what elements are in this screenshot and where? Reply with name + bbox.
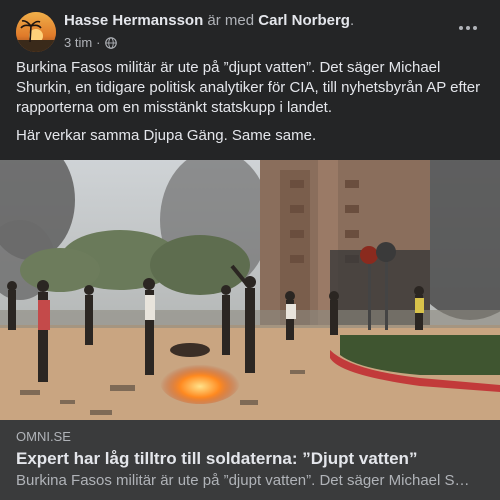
meta-separator: · (96, 35, 101, 50)
author-name[interactable]: Hasse Hermansson (64, 12, 203, 29)
facebook-post: Hasse Hermansson är med Carl Norberg. 3 … (0, 0, 500, 500)
author-avatar[interactable] (16, 12, 56, 52)
link-domain: OMNI.SE (16, 429, 71, 444)
link-title[interactable]: Expert har låg tilltro till soldaterna: … (16, 448, 484, 470)
link-preview[interactable]: OMNI.SE Expert har låg tilltro till sold… (0, 420, 500, 500)
post-meta: 3 tim · (64, 34, 117, 52)
with-text: är med (207, 12, 255, 29)
more-options-icon[interactable] (452, 16, 484, 40)
globe-icon[interactable] (104, 37, 117, 49)
tagged-suffix: . (349, 12, 355, 29)
tagged-name[interactable]: Carl Norberg (258, 12, 350, 29)
link-preview-image[interactable] (0, 160, 500, 420)
author-line: Hasse Hermansson är med Carl Norberg. (64, 11, 354, 31)
post-body: Burkina Fasos militär är ute på ”djupt v… (16, 58, 488, 154)
post-paragraph: Här verkar samma Djupa Gäng. Same same. (16, 127, 317, 144)
post-paragraph: Burkina Fasos militär är ute på ”djupt v… (16, 59, 481, 116)
post-header: Hasse Hermansson är med Carl Norberg. 3 … (16, 10, 484, 52)
post-time[interactable]: 3 tim (64, 34, 92, 52)
link-description: Burkina Fasos militär är ute på ”djupt v… (16, 472, 472, 489)
